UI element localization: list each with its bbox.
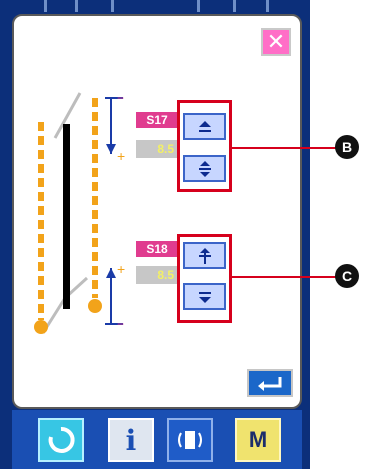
frame-marker: [44, 0, 47, 12]
decrease-down-icon: [198, 291, 211, 303]
enter-icon: [258, 377, 282, 391]
s18-tag: S18: [136, 241, 178, 257]
callout-b: B: [335, 135, 359, 159]
close-button[interactable]: ✕: [261, 28, 291, 56]
reset-circle-icon: [48, 426, 75, 453]
callout-c: C: [335, 264, 359, 288]
increase-icon: [198, 247, 211, 264]
s18-value: 8.5: [136, 266, 178, 284]
enter-button[interactable]: [247, 369, 293, 397]
frame-marker: [197, 0, 200, 12]
decrease-up-icon: [198, 120, 211, 132]
frame-marker: [111, 0, 114, 12]
communication-icon: [178, 431, 202, 449]
info-icon: i: [125, 423, 137, 457]
svg-text:+: +: [117, 261, 125, 277]
frame-marker: [233, 0, 236, 12]
s18-down-button[interactable]: [183, 283, 226, 310]
frame-marker: [75, 0, 78, 12]
mode-button[interactable]: M: [235, 418, 281, 462]
frame-marker: [266, 0, 269, 12]
s17-down-button[interactable]: [183, 155, 226, 182]
svg-text:+: +: [117, 148, 125, 164]
svg-text:−: −: [117, 91, 124, 105]
callout-b-line: [232, 147, 336, 149]
s17-value: 8.5: [136, 140, 178, 158]
close-icon: ✕: [266, 29, 286, 55]
s17-up-button[interactable]: [183, 113, 226, 140]
communication-button[interactable]: [167, 418, 213, 462]
s18-up-button[interactable]: [183, 242, 226, 269]
info-button[interactable]: i: [108, 418, 154, 462]
svg-text:−: −: [117, 317, 124, 331]
thread-guide-diagram: − + + −: [34, 91, 125, 334]
s17-tag: S17: [136, 112, 178, 128]
reset-button[interactable]: [38, 418, 84, 462]
adjust-plus-minus-icon: [198, 160, 211, 177]
callout-c-line: [232, 276, 336, 278]
mode-icon: M: [248, 427, 268, 452]
